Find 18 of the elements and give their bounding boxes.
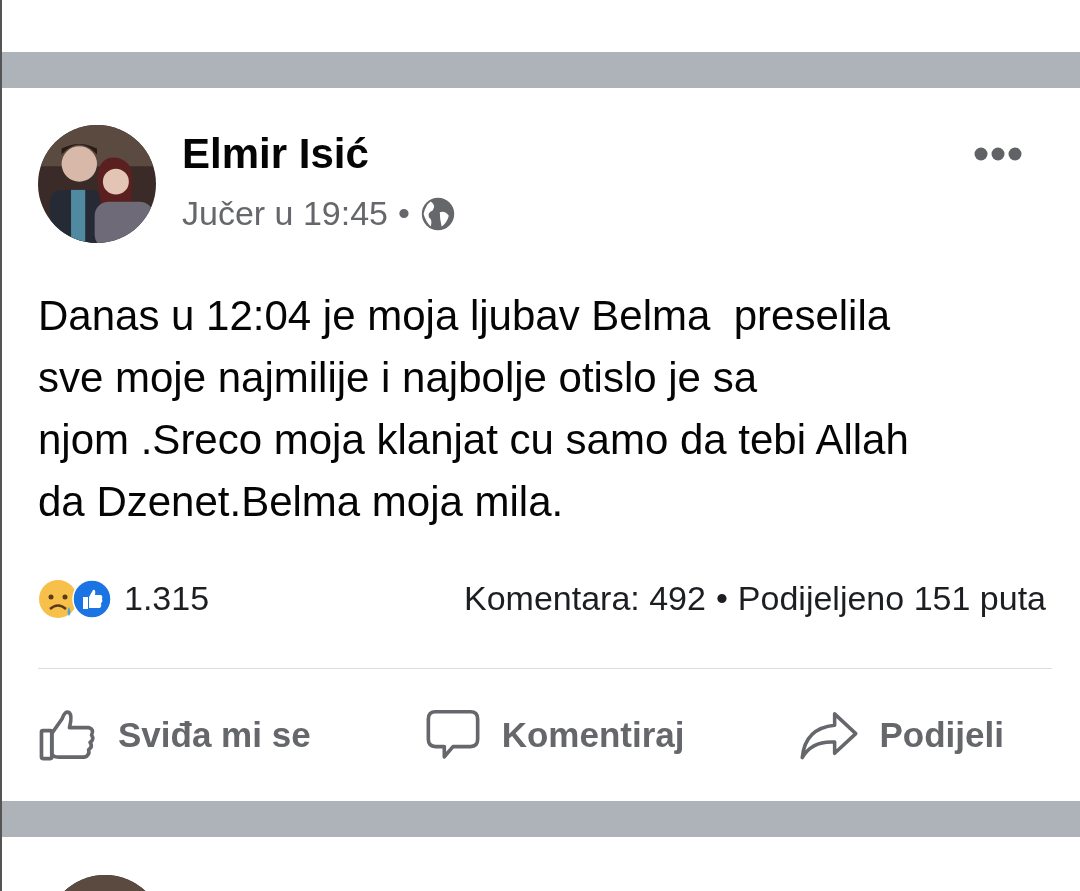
globe-icon <box>419 195 456 232</box>
share-count[interactable]: Podijeljeno 151 puta <box>737 573 1046 624</box>
post-action-button[interactable]: Komentiraj <box>423 707 685 763</box>
post-text-line: njom .Sreco moja klanjat cu samo da tebi Allah <box>38 415 910 465</box>
post-action-button[interactable]: Sviđa mi se <box>38 707 311 763</box>
like-reaction-icon <box>72 578 112 619</box>
post-text-line: da Dzenet.Belma moja mila. <box>38 477 565 527</box>
thumbs-up-icon <box>38 707 98 763</box>
author-name[interactable]: Elmir Isić <box>182 130 456 178</box>
post-time: Jučer u 19:45 <box>182 193 389 234</box>
more-options-icon[interactable] <box>974 147 1022 161</box>
post-text-line: sve moje najmilije i najbolje otislo je sa <box>38 353 758 403</box>
separator-dot: • <box>398 193 410 234</box>
comment-count[interactable]: Komentara: 492 <box>464 573 706 624</box>
post-action-button[interactable]: Podijeli <box>797 707 1004 763</box>
separator-dot: • <box>715 578 728 619</box>
reaction-count[interactable]: 1.315 <box>124 573 210 624</box>
post-text-line: Danas u 12:04 je moja ljubav Belma preselila <box>38 291 892 341</box>
